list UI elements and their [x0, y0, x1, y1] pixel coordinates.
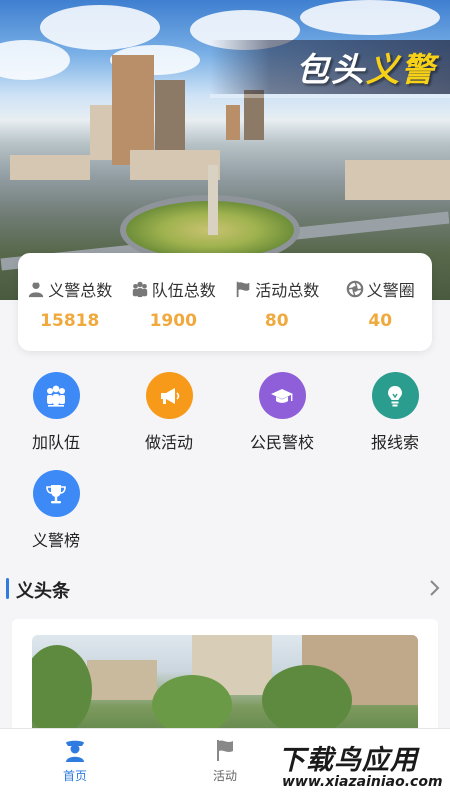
stat-activities[interactable]: 活动总数 80	[225, 253, 329, 351]
stat-label: 活动总数	[255, 281, 320, 300]
monument	[208, 165, 218, 235]
feature-report-clue[interactable]: 报线索	[340, 372, 450, 453]
feature-icon-circle	[32, 372, 80, 419]
feature-icon-circle	[371, 372, 419, 419]
stat-value: 15818	[40, 311, 100, 331]
feature-icon-circle	[32, 470, 80, 517]
section-title: 义头条	[16, 581, 70, 602]
section-accent-bar	[6, 578, 9, 599]
hero-title-accent: 义警	[366, 50, 436, 89]
stat-label: 义警总数	[48, 281, 113, 300]
headlines-section-header[interactable]: 义头条	[0, 575, 450, 605]
feature-icon-circle	[258, 372, 306, 419]
nav-home[interactable]: 首页	[0, 729, 150, 800]
feature-icon-circle	[145, 372, 193, 419]
cloud	[40, 5, 160, 50]
stat-value: 80	[264, 311, 289, 331]
building	[155, 80, 185, 160]
graduation-cap-icon	[271, 388, 293, 403]
house	[87, 660, 157, 700]
building	[226, 105, 240, 140]
feature-police-school[interactable]: 公民警校	[227, 372, 337, 453]
feature-do-activity[interactable]: 做活动	[114, 372, 224, 453]
team-icon	[132, 281, 147, 298]
feature-leaderboard[interactable]: 义警榜	[1, 470, 111, 551]
person-badge-icon	[29, 280, 44, 298]
stat-label: 队伍总数	[151, 281, 216, 300]
megaphone-icon	[161, 387, 180, 404]
building	[130, 150, 220, 180]
building	[345, 160, 450, 200]
feature-label: 义警榜	[31, 531, 80, 550]
feature-label: 加队伍	[31, 433, 80, 452]
flag-icon	[236, 281, 250, 298]
cloud	[0, 40, 70, 80]
chevron-right-icon[interactable]	[428, 579, 440, 597]
nav-label: 首页	[62, 769, 87, 783]
stat-teams[interactable]: 队伍总数 1900	[122, 253, 226, 351]
nav-label: 活动	[212, 769, 237, 783]
group-icon	[47, 385, 65, 407]
lightbulb-icon	[388, 385, 402, 406]
stat-circle[interactable]: 义警圈 40	[329, 253, 433, 351]
stat-value: 40	[368, 311, 393, 331]
flag-icon	[217, 740, 233, 761]
hero-title-main: 包头	[296, 50, 366, 89]
watermark-main-text: 下载鸟应用	[278, 745, 418, 776]
trophy-icon	[46, 484, 66, 503]
stat-volunteers[interactable]: 义警总数 15818	[18, 253, 122, 351]
police-officer-icon	[66, 740, 84, 762]
tree	[152, 675, 232, 735]
cloud	[300, 0, 440, 35]
stat-label: 义警圈	[366, 281, 415, 300]
stat-value: 1900	[149, 311, 197, 331]
tree	[262, 665, 352, 735]
feature-label: 报线索	[370, 433, 419, 452]
feature-label: 公民警校	[249, 433, 314, 452]
building	[10, 155, 90, 180]
shutter-icon	[346, 280, 364, 298]
building	[112, 55, 154, 165]
feature-label: 做活动	[144, 433, 193, 452]
feature-join-team[interactable]: 加队伍	[1, 372, 111, 453]
watermark-url: www.xiazainiao.com	[282, 774, 443, 790]
tree	[32, 645, 92, 735]
building	[90, 105, 112, 160]
hero-title: 包头义警	[296, 43, 436, 91]
stats-card: 义警总数 15818 队伍总数 1900 活动总数 80 义警圈 40	[18, 253, 432, 351]
watermark-logo: 下载鸟应用 www.xiazainiao.com	[274, 734, 450, 800]
